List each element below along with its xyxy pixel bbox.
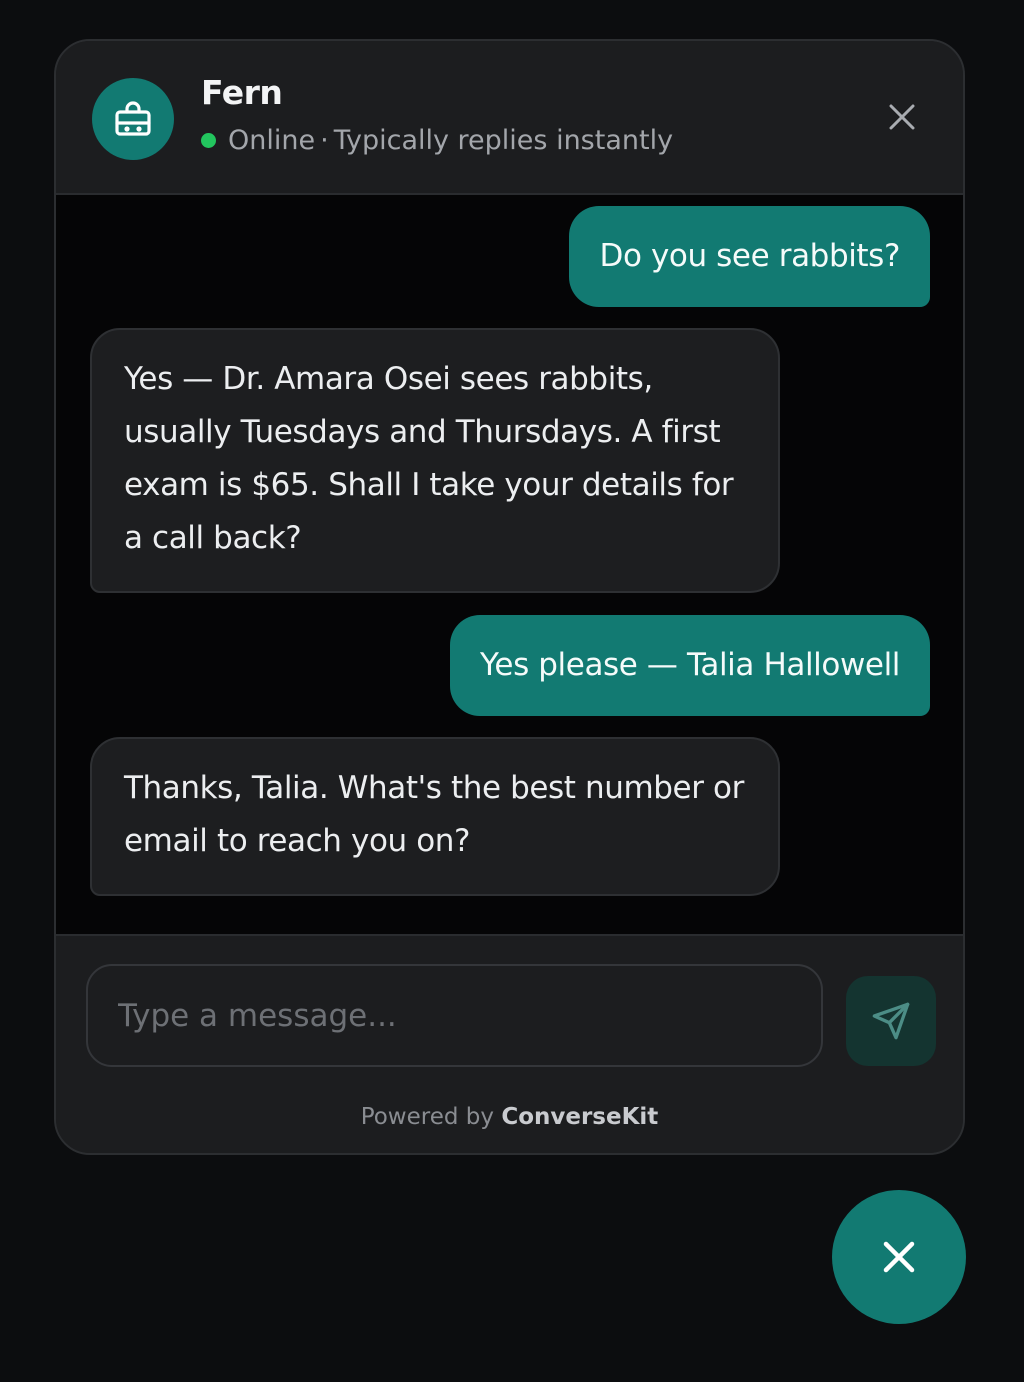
- powered-prefix: Powered by: [360, 1104, 494, 1130]
- status-line: Online · Typically replies instantly: [201, 125, 673, 156]
- send-button[interactable]: [846, 976, 936, 1066]
- online-indicator: [201, 133, 216, 148]
- brand-link[interactable]: ConverseKit: [501, 1104, 658, 1130]
- bot-message: Yes — Dr. Amara Osei sees rabbits, usual…: [90, 328, 780, 593]
- chat-launcher-button[interactable]: [832, 1190, 966, 1324]
- composer: Powered by ConverseKit: [56, 934, 963, 1153]
- robot-icon: [115, 101, 151, 136]
- message-input[interactable]: [86, 964, 823, 1067]
- status-text: Online: [228, 125, 316, 156]
- bot-message: Thanks, Talia. What's the best number or…: [90, 737, 780, 896]
- chat-widget: Fern Online · Typically replies instantl…: [54, 39, 965, 1155]
- powered-by: Powered by ConverseKit: [56, 1104, 963, 1130]
- reply-note: Typically replies instantly: [333, 125, 674, 156]
- status-separator: ·: [320, 125, 329, 156]
- close-icon: [889, 104, 915, 130]
- user-message: Yes please — Talia Hallowell: [449, 615, 930, 716]
- user-message: Do you see rabbits?: [569, 206, 930, 307]
- chat-header: Fern Online · Typically replies instantl…: [56, 41, 963, 195]
- bot-avatar: [92, 78, 174, 160]
- close-chat-button[interactable]: [884, 99, 920, 135]
- message-list: Do you see rabbits? Yes — Dr. Amara Osei…: [56, 195, 963, 934]
- bot-name: Fern: [201, 73, 283, 112]
- close-icon: [883, 1241, 915, 1273]
- send-icon: [872, 1002, 910, 1040]
